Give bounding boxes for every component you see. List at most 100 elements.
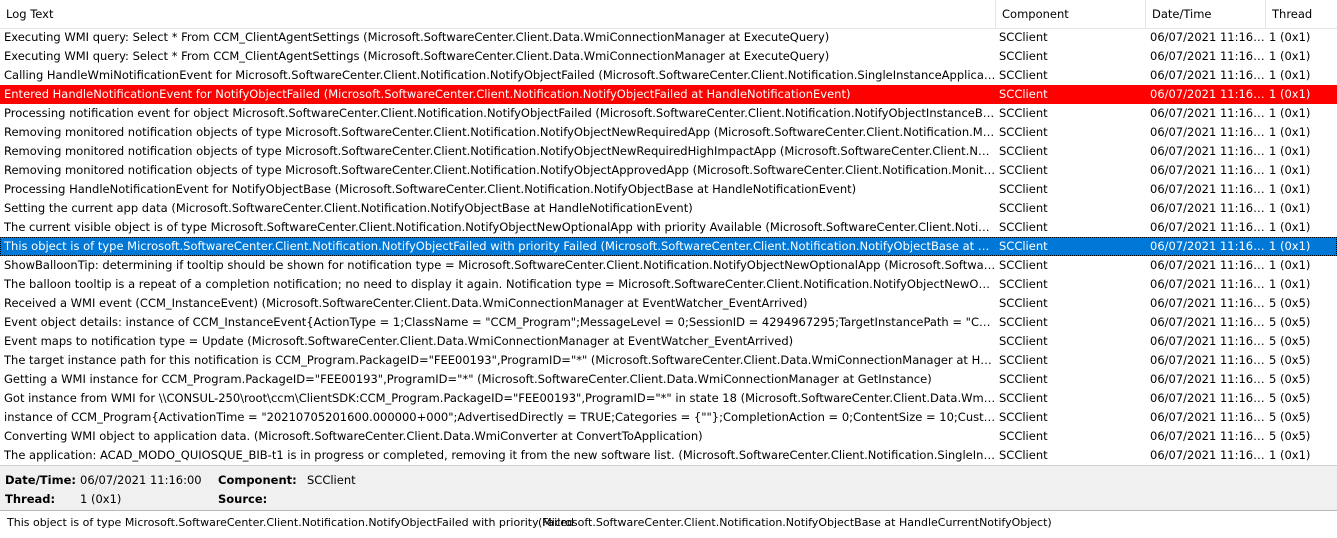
log-row[interactable]: The balloon tooltip is a repeat of a com… <box>0 275 1337 294</box>
datetime-cell: 06/07/2021 11:16:00 <box>1150 429 1266 443</box>
datetime-cell: 06/07/2021 11:16:00 <box>1150 315 1266 329</box>
thread-cell: 1 (0x1) <box>1269 220 1311 234</box>
thread-cell: 5 (0x5) <box>1269 429 1311 443</box>
component-cell: SCClient <box>999 372 1048 386</box>
log-row[interactable]: Setting the current app data (Microsoft.… <box>0 199 1337 218</box>
thread-label: Thread: <box>5 492 56 506</box>
thread-cell: 1 (0x1) <box>1269 87 1311 101</box>
thread-cell: 5 (0x5) <box>1269 391 1311 405</box>
log-text-cell: Getting a WMI instance for CCM_Program.P… <box>4 372 932 386</box>
datetime-cell: 06/07/2021 11:16:00 <box>1150 277 1266 291</box>
component-cell: SCClient <box>999 49 1048 63</box>
log-text-cell: Removing monitored notification objects … <box>4 144 996 158</box>
datetime-label: Date/Time: <box>5 473 76 487</box>
log-text-cell: Processing notification event for object… <box>4 106 996 120</box>
log-row-selected[interactable]: This object is of type Microsoft.Softwar… <box>0 237 1337 256</box>
component-value: SCClient <box>307 473 356 487</box>
thread-cell: 1 (0x1) <box>1269 239 1311 253</box>
column-header-thread[interactable]: Thread <box>1266 0 1337 28</box>
datetime-cell: 06/07/2021 11:16:00 <box>1150 182 1266 196</box>
component-cell: SCClient <box>999 277 1048 291</box>
component-cell: SCClient <box>999 353 1048 367</box>
log-row[interactable]: Removing monitored notification objects … <box>0 142 1337 161</box>
datetime-cell: 06/07/2021 11:16:00 <box>1150 125 1266 139</box>
log-row[interactable]: instance of CCM_Program{ActivationTime =… <box>0 408 1337 427</box>
component-cell: SCClient <box>999 144 1048 158</box>
log-row-error[interactable]: Entered HandleNotificationEvent for Noti… <box>0 85 1337 104</box>
datetime-cell: 06/07/2021 11:16:00 <box>1150 144 1266 158</box>
log-row[interactable]: Received a WMI event (CCM_InstanceEvent)… <box>0 294 1337 313</box>
log-row[interactable]: Event maps to notification type = Update… <box>0 332 1337 351</box>
log-text-cell: Removing monitored notification objects … <box>4 125 996 139</box>
log-text-cell: Entered HandleNotificationEvent for Noti… <box>4 87 851 101</box>
log-text-cell: The target instance path for this notifi… <box>4 353 996 367</box>
log-row[interactable]: Got instance from WMI for \\CONSUL-250\r… <box>0 389 1337 408</box>
log-row[interactable]: The target instance path for this notifi… <box>0 351 1337 370</box>
log-row[interactable]: ShowBalloonTip: determining if tooltip s… <box>0 256 1337 275</box>
datetime-cell: 06/07/2021 11:16:00 <box>1150 353 1266 367</box>
column-header-component[interactable]: Component <box>996 0 1146 28</box>
datetime-cell: 06/07/2021 11:16:00 <box>1150 87 1266 101</box>
thread-cell: 1 (0x1) <box>1269 258 1311 272</box>
log-row[interactable]: The application: ACAD_MODO_QUIOSQUE_BIB-… <box>0 446 1337 465</box>
log-row[interactable]: Converting WMI object to application dat… <box>0 427 1337 446</box>
log-text-cell: instance of CCM_Program{ActivationTime =… <box>4 410 996 424</box>
datetime-cell: 06/07/2021 11:16:00 <box>1150 372 1266 386</box>
datetime-cell: 06/07/2021 11:16:00 <box>1150 410 1266 424</box>
thread-cell: 5 (0x5) <box>1269 353 1311 367</box>
log-row[interactable]: Removing monitored notification objects … <box>0 161 1337 180</box>
component-cell: SCClient <box>999 163 1048 177</box>
message-text-pane[interactable]: This object is of type Microsoft.Softwar… <box>0 510 1337 538</box>
source-label: Source: <box>218 492 268 506</box>
log-row[interactable]: Processing notification event for object… <box>0 104 1337 123</box>
thread-cell: 5 (0x5) <box>1269 410 1311 424</box>
datetime-cell: 06/07/2021 11:16:00 <box>1150 49 1266 63</box>
log-row[interactable]: Event object details: instance of CCM_In… <box>0 313 1337 332</box>
thread-cell: 1 (0x1) <box>1269 144 1311 158</box>
log-row[interactable]: Executing WMI query: Select * From CCM_C… <box>0 47 1337 66</box>
datetime-cell: 06/07/2021 11:16:00 <box>1150 296 1266 310</box>
log-row[interactable]: Processing HandleNotificationEvent for N… <box>0 180 1337 199</box>
log-text-cell: The balloon tooltip is a repeat of a com… <box>4 277 996 291</box>
component-cell: SCClient <box>999 315 1048 329</box>
thread-cell: 5 (0x5) <box>1269 334 1311 348</box>
component-cell: SCClient <box>999 334 1048 348</box>
log-text-cell: Executing WMI query: Select * From CCM_C… <box>4 30 830 44</box>
thread-value: 1 (0x1) <box>80 492 122 506</box>
column-header-datetime[interactable]: Date/Time <box>1146 0 1266 28</box>
log-row[interactable]: Removing monitored notification objects … <box>0 123 1337 142</box>
thread-cell: 1 (0x1) <box>1269 106 1311 120</box>
datetime-cell: 06/07/2021 11:16:00 <box>1150 391 1266 405</box>
log-row[interactable]: Executing WMI query: Select * From CCM_C… <box>0 28 1337 47</box>
datetime-cell: 06/07/2021 11:16:00 <box>1150 258 1266 272</box>
log-text-cell: Event object details: instance of CCM_In… <box>4 315 996 329</box>
component-cell: SCClient <box>999 296 1048 310</box>
datetime-cell: 06/07/2021 11:16:00 <box>1150 106 1266 120</box>
log-text-cell: Removing monitored notification objects … <box>4 163 996 177</box>
component-cell: SCClient <box>999 87 1048 101</box>
column-header-log-text[interactable]: Log Text <box>0 0 996 28</box>
component-cell: SCClient <box>999 448 1048 462</box>
thread-cell: 1 (0x1) <box>1269 30 1311 44</box>
thread-cell: 1 (0x1) <box>1269 277 1311 291</box>
component-cell: SCClient <box>999 201 1048 215</box>
log-text-cell: Processing HandleNotificationEvent for N… <box>4 182 857 196</box>
log-row[interactable]: Calling HandleWmiNotificationEvent for M… <box>0 66 1337 85</box>
datetime-cell: 06/07/2021 11:16:00 <box>1150 220 1266 234</box>
log-list-view[interactable]: Log Text Component Date/Time Thread Exec… <box>0 0 1337 465</box>
component-label: Component: <box>218 473 297 487</box>
log-text-cell: This object is of type Microsoft.Softwar… <box>4 239 996 253</box>
thread-cell: 1 (0x1) <box>1269 68 1311 82</box>
component-cell: SCClient <box>999 68 1048 82</box>
datetime-cell: 06/07/2021 11:16:00 <box>1150 163 1266 177</box>
thread-cell: 5 (0x5) <box>1269 372 1311 386</box>
log-row[interactable]: The current visible object is of type Mi… <box>0 218 1337 237</box>
thread-cell: 1 (0x1) <box>1269 448 1311 462</box>
log-row[interactable]: Getting a WMI instance for CCM_Program.P… <box>0 370 1337 389</box>
datetime-cell: 06/07/2021 11:16:00 <box>1150 30 1266 44</box>
component-cell: SCClient <box>999 106 1048 120</box>
datetime-cell: 06/07/2021 11:16:00 <box>1150 201 1266 215</box>
datetime-cell: 06/07/2021 11:16:00 <box>1150 448 1266 462</box>
datetime-value: 06/07/2021 11:16:00 <box>80 473 202 487</box>
component-cell: SCClient <box>999 220 1048 234</box>
